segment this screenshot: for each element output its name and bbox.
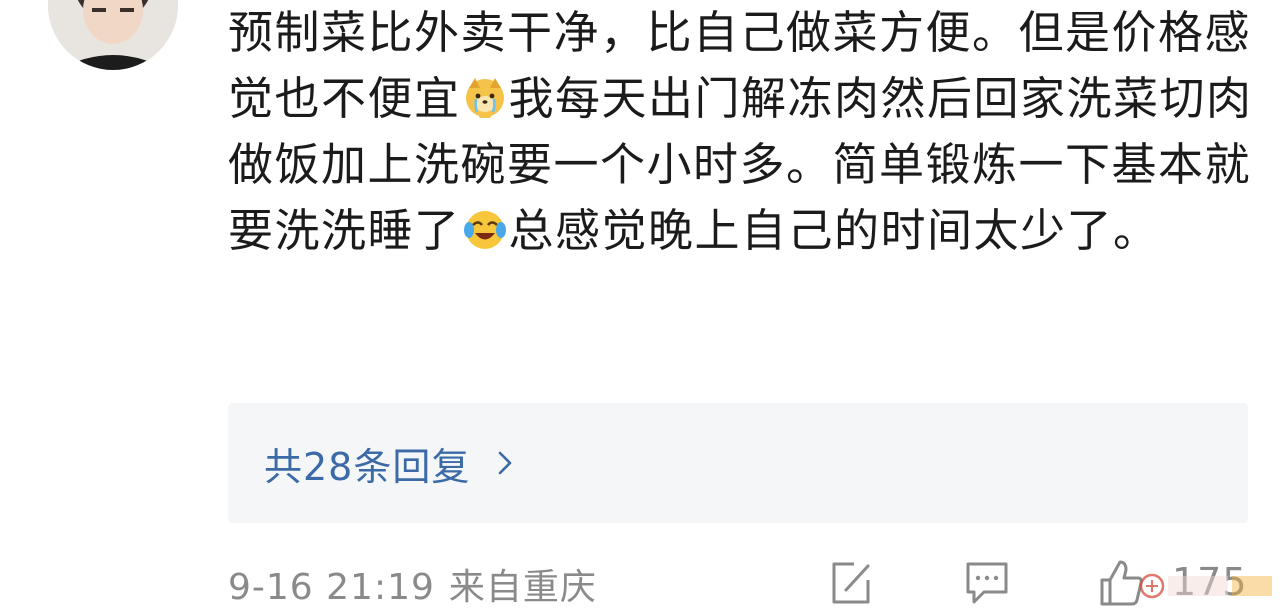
comment-card: 预制菜比外卖干净，比自己做菜方便。但是价格感觉也不便宜 我每天出门解冻肉然后回家…	[0, 0, 1280, 608]
comment-text: 预制菜比外卖干净，比自己做菜方便。但是价格感觉也不便宜 我每天出门解冻肉然后回家…	[228, 0, 1253, 264]
crying-dog-emoji-icon	[463, 76, 507, 120]
comment-meta: 9-16 21:19 来自重庆	[228, 558, 597, 608]
comment-timestamp: 9-16 21:19	[228, 567, 435, 608]
chevron-right-icon	[492, 450, 518, 476]
comment-location: 来自重庆	[448, 567, 597, 608]
replies-panel: 共28条回复	[228, 403, 1248, 523]
avatar[interactable]	[48, 0, 178, 70]
edit-icon[interactable]	[826, 558, 876, 608]
comment-text-part-3: 总感觉晚上自己的时间太少了。	[508, 204, 1160, 257]
view-replies-label: 共28条回复	[264, 444, 471, 489]
comment-icon[interactable]	[962, 558, 1012, 608]
laugh-cry-emoji-icon	[463, 208, 507, 252]
view-replies-link[interactable]: 共28条回复	[264, 436, 518, 491]
site-watermark	[1138, 566, 1278, 606]
